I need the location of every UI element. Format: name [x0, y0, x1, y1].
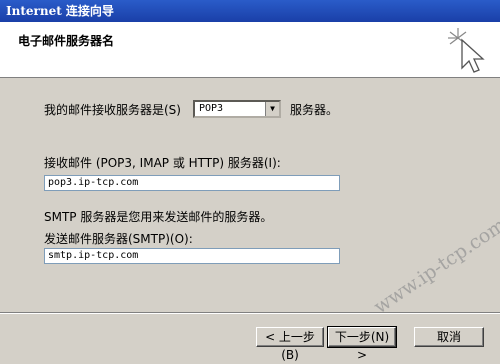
incoming-server-input[interactable]: pop3.ip-tcp.com: [44, 175, 340, 191]
footer-divider: [0, 312, 500, 314]
outgoing-server-label: 发送邮件服务器(SMTP)(O):: [44, 232, 193, 246]
incoming-server-type-value: POP3: [199, 103, 224, 114]
window-title: Internet 连接向导: [0, 0, 500, 22]
cancel-button[interactable]: 取消: [414, 327, 484, 347]
page-title: 电子邮件服务器名: [18, 34, 115, 48]
wizard-cursor-icon: [448, 28, 485, 73]
chevron-down-icon[interactable]: ▼: [265, 102, 279, 116]
incoming-server-type-label: 我的邮件接收服务器是(S): [44, 103, 181, 117]
incoming-server-type-select[interactable]: POP3 ▼: [193, 100, 281, 118]
smtp-note: SMTP 服务器是您用来发送邮件的服务器。: [44, 210, 273, 224]
next-button[interactable]: 下一步(N) >: [327, 326, 397, 362]
outgoing-server-input[interactable]: smtp.ip-tcp.com: [44, 248, 340, 264]
back-button[interactable]: < 上一步(B): [256, 327, 324, 362]
incoming-server-type-suffix: 服务器。: [290, 103, 339, 117]
wizard-header: 电子邮件服务器名: [0, 22, 500, 78]
incoming-server-label: 接收邮件 (POP3, IMAP 或 HTTP) 服务器(I):: [44, 156, 281, 170]
watermark-text: www.ip-tcp.com: [370, 213, 500, 319]
